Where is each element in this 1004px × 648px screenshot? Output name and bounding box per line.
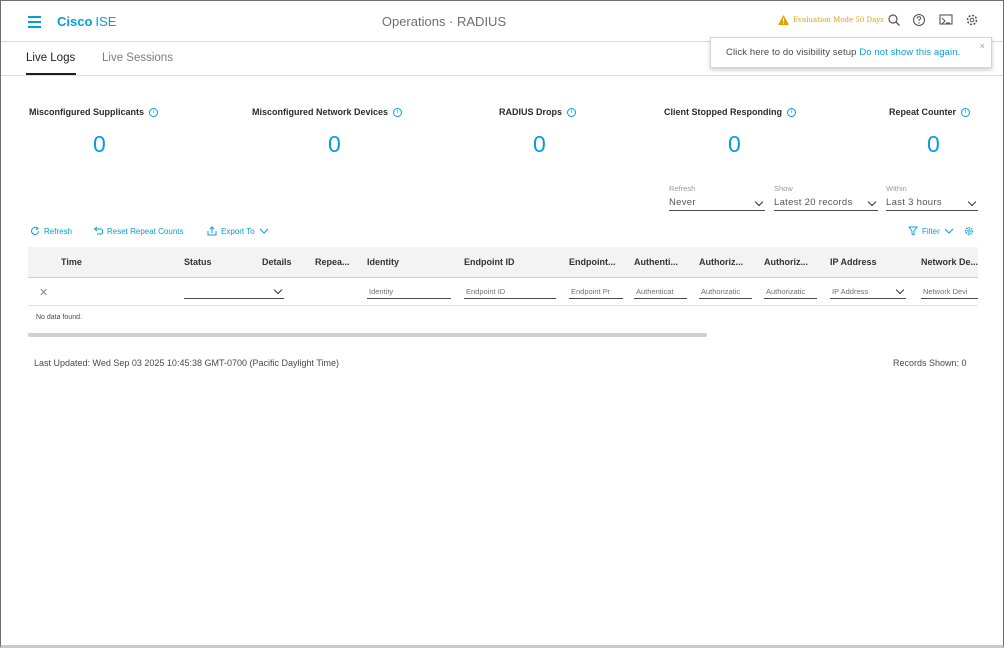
metric-repeat-counter: Repeat Counter i 0 [889, 107, 971, 157]
search-icon[interactable] [887, 13, 901, 27]
help-icon[interactable] [912, 13, 926, 27]
top-header: Cisco ISE Operations · RADIUS Evaluation … [1, 1, 1003, 42]
chevron-down-icon [895, 285, 905, 295]
column-header-identity[interactable]: Identity [367, 257, 399, 267]
endpoint-id-filter-input[interactable]: Endpoint ID [464, 285, 556, 299]
within-caption: Within [886, 184, 907, 193]
tab-bar: Live Logs Live Sessions [1, 43, 1003, 76]
column-header-authentication[interactable]: Authenti... [634, 257, 678, 267]
column-header-authorization-1[interactable]: Authoriz... [699, 257, 743, 267]
metric-client-stopped-responding: Client Stopped Responding i 0 [664, 107, 796, 157]
tab-live-sessions[interactable]: Live Sessions [102, 52, 173, 64]
info-icon[interactable]: i [961, 107, 971, 117]
settings-icon[interactable] [965, 13, 979, 27]
metric-label: Misconfigured Network Devices [252, 107, 389, 117]
reset-label: Reset Repeat Counts [107, 226, 184, 236]
reset-icon [93, 226, 103, 235]
reset-repeat-counts-button[interactable]: Reset Repeat Counts [93, 226, 184, 236]
chevron-down-icon [944, 228, 954, 234]
refresh-caption: Refresh [669, 184, 696, 193]
metric-radius-drops: RADIUS Drops i 0 [499, 107, 577, 157]
metric-value: 0 [728, 131, 741, 157]
refresh-value: Never [669, 197, 696, 208]
network-device-filter-input[interactable]: Network Devi [921, 285, 978, 299]
export-icon [207, 226, 217, 236]
refresh-select-group: Refresh Never [669, 184, 765, 211]
clear-filters-icon[interactable]: ✕ [39, 286, 48, 299]
metric-value: 0 [328, 131, 341, 157]
metric-misconfigured-supplicants: Misconfigured Supplicants i 0 [29, 107, 159, 157]
refresh-icon [31, 226, 39, 235]
filter-button[interactable]: Filter [908, 226, 954, 236]
metric-value: 0 [927, 131, 940, 157]
page-title: Operations · RADIUS [381, 14, 507, 29]
metric-label: Repeat Counter [889, 107, 957, 117]
metric-value: 0 [533, 131, 546, 157]
info-icon[interactable]: i [787, 107, 796, 117]
chevron-down-icon [273, 285, 283, 295]
chevron-down-icon [967, 197, 977, 207]
refresh-select[interactable]: Never [669, 196, 765, 211]
metric-label: Client Stopped Responding [664, 107, 782, 117]
metric-label: RADIUS Drops [499, 107, 563, 117]
table-header: Time Status Details Repea... Identity En… [28, 247, 978, 278]
active-tab-indicator [26, 73, 76, 75]
show-select[interactable]: Latest 20 records [774, 196, 878, 211]
filter-icon [908, 226, 918, 236]
column-header-time[interactable]: Time [61, 257, 82, 267]
metric-value: 0 [93, 131, 106, 157]
tab-live-logs[interactable]: Live Logs [26, 52, 75, 64]
refresh-button[interactable]: Refresh [30, 226, 72, 236]
horizontal-scrollbar[interactable] [28, 332, 978, 337]
show-caption: Show [774, 184, 793, 193]
info-icon[interactable]: i [149, 107, 159, 117]
filter-label: Filter [922, 226, 940, 236]
show-value: Latest 20 records [774, 197, 853, 208]
authorization-2-filter-input[interactable]: Authorizatic [764, 285, 817, 299]
empty-table-message: No data found. [36, 314, 82, 321]
gear-icon [965, 227, 973, 235]
column-header-status[interactable]: Status [184, 257, 212, 267]
scrollbar-thumb[interactable] [28, 333, 707, 337]
column-header-repeat[interactable]: Repea... [315, 257, 350, 267]
ip-address-filter-placeholder: IP Address [832, 287, 869, 296]
app-window: Cisco ISE Operations · RADIUS Evaluation … [0, 0, 1004, 648]
export-label: Export To [221, 226, 255, 236]
authentication-filter-input[interactable]: Authenticat [634, 285, 687, 299]
info-icon[interactable]: i [393, 107, 403, 117]
show-select-group: Show Latest 20 records [774, 184, 878, 211]
within-select[interactable]: Last 3 hours [886, 196, 978, 211]
column-header-ip-address[interactable]: IP Address [830, 257, 877, 267]
table-settings-button[interactable] [964, 226, 974, 236]
column-header-network-device[interactable]: Network De... [921, 257, 978, 267]
evaluation-text: Evaluation Mode 50 Days [793, 16, 884, 24]
authorization-1-filter-input[interactable]: Authorizatic [699, 285, 752, 299]
warning-icon [778, 15, 789, 25]
evaluation-badge[interactable]: Evaluation Mode 50 Days [778, 15, 884, 25]
notifications-icon[interactable] [939, 13, 953, 27]
ip-address-filter-select[interactable]: IP Address [830, 285, 906, 299]
chevron-down-icon [867, 197, 877, 207]
last-updated-text: Last Updated: Wed Sep 03 2025 10:45:38 G… [34, 358, 340, 368]
status-filter-select[interactable] [184, 285, 284, 299]
within-select-group: Within Last 3 hours [886, 184, 978, 211]
metric-misconfigured-network-devices: Misconfigured Network Devices i 0 [252, 107, 403, 157]
column-header-endpoint-id[interactable]: Endpoint ID [464, 257, 515, 267]
info-icon[interactable]: i [567, 107, 577, 117]
export-to-button[interactable]: Export To [207, 226, 269, 236]
within-value: Last 3 hours [886, 197, 942, 208]
chevron-down-icon [259, 228, 269, 234]
column-header-authorization-2[interactable]: Authoriz... [764, 257, 808, 267]
identity-filter-input[interactable]: Identity [367, 285, 451, 299]
column-header-details[interactable]: Details [262, 257, 292, 267]
records-shown-text: Records Shown: 0 [893, 358, 967, 368]
endpoint-profile-filter-input[interactable]: Endpoint Pr [569, 285, 623, 299]
column-header-endpoint-profile[interactable]: Endpoint... [569, 257, 616, 267]
chevron-down-icon [754, 197, 764, 207]
refresh-label: Refresh [44, 226, 73, 236]
filter-row: ✕ Identity Endpoint ID Endpoint Pr Authe… [28, 279, 978, 306]
metric-label: Misconfigured Supplicants [29, 107, 145, 117]
